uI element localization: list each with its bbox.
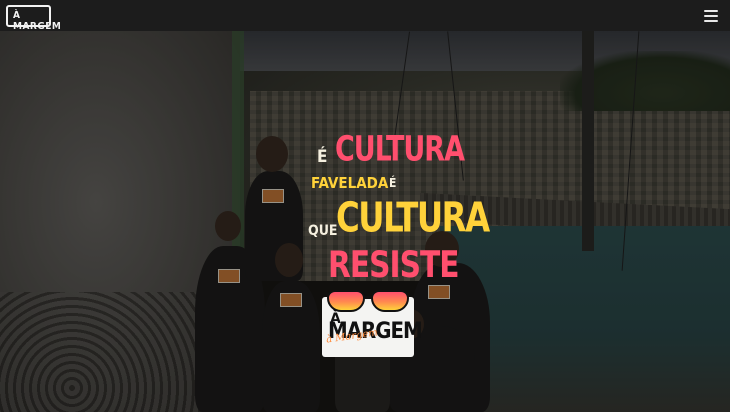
slogan-cultura-1: CULTURA bbox=[335, 129, 465, 170]
sunglasses-logo-icon: À MARGEM à Margem bbox=[322, 287, 423, 359]
right-lens bbox=[371, 290, 409, 312]
slogan-e: É bbox=[317, 147, 328, 167]
slogan-favelada: FAVELADA bbox=[311, 174, 389, 192]
left-lens bbox=[327, 290, 365, 312]
logo-wordmark: À MARGEM bbox=[13, 10, 62, 32]
page: À MARGEM É CULTURA FAVELADA É QUE CULTUR… bbox=[0, 0, 730, 412]
slogan-resiste: RESISTE bbox=[328, 243, 459, 286]
top-navbar: À MARGEM bbox=[0, 0, 730, 32]
glasses-bridge bbox=[363, 296, 373, 299]
slogan-cultura-2: CULTURA bbox=[336, 194, 490, 242]
hero-slogan: É CULTURA FAVELADA É QUE CULTURA RESISTE… bbox=[305, 101, 490, 361]
slogan-que: QUE bbox=[308, 223, 338, 239]
brand-logo[interactable]: À MARGEM bbox=[6, 3, 61, 32]
slogan-e-2: É bbox=[389, 176, 397, 190]
hero-banner: É CULTURA FAVELADA É QUE CULTURA RESISTE… bbox=[0, 31, 730, 412]
hamburger-menu-icon[interactable] bbox=[704, 9, 718, 22]
